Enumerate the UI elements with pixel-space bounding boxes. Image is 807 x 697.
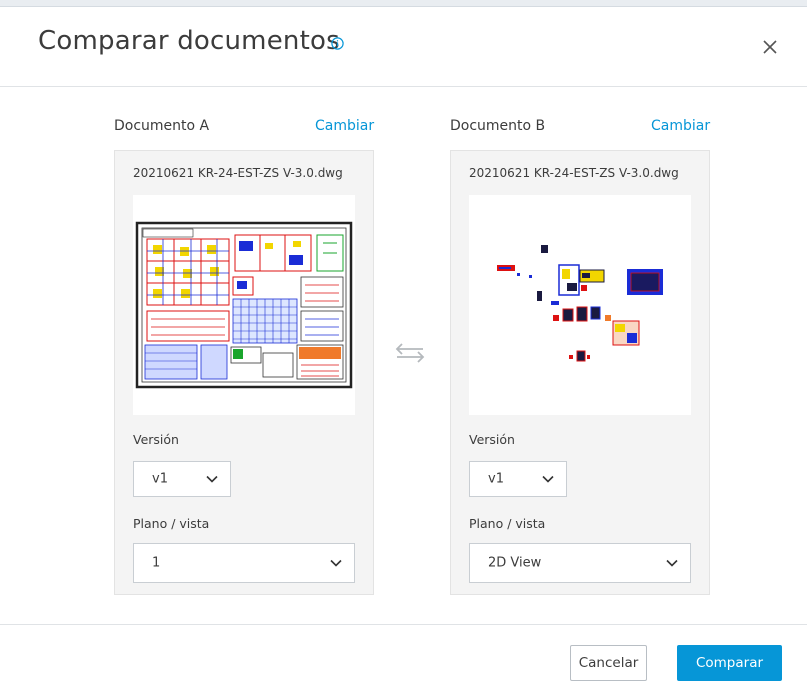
doc-a-file-name: 20210621 KR-24-EST-ZS V-3.0.dwg <box>133 166 343 180</box>
doc-b-thumbnail <box>469 195 691 415</box>
doc-b-sheet-label: Plano / vista <box>469 516 546 531</box>
doc-b-change-link[interactable]: Cambiar <box>651 118 710 134</box>
doc-a-sheet-select[interactable]: 1 <box>133 543 355 583</box>
doc-a-thumbnail <box>133 195 355 415</box>
chevron-down-icon <box>206 475 218 483</box>
info-circle-icon[interactable] <box>331 37 344 50</box>
chevron-down-icon <box>330 559 342 567</box>
swap-arrows-icon[interactable] <box>393 342 427 364</box>
doc-a-version-label: Versión <box>133 432 179 447</box>
doc-b-version-select[interactable]: v1 <box>469 461 567 497</box>
doc-a-drawing-preview <box>135 221 353 389</box>
close-icon[interactable] <box>760 37 780 57</box>
doc-a-sheet-label: Plano / vista <box>133 516 210 531</box>
doc-b-version-label: Versión <box>469 432 515 447</box>
doc-a-panel: 20210621 KR-24-EST-ZS V-3.0.dwg Versión … <box>114 150 374 595</box>
doc-b-sheet-value: 2D View <box>488 555 542 571</box>
doc-a-version-select[interactable]: v1 <box>133 461 231 497</box>
footer-divider <box>0 624 807 625</box>
doc-b-sheet-select[interactable]: 2D View <box>469 543 691 583</box>
doc-b-panel: 20210621 KR-24-EST-ZS V-3.0.dwg Versión … <box>450 150 710 595</box>
doc-b-drawing-preview <box>497 245 663 362</box>
doc-a-sheet-value: 1 <box>152 555 161 571</box>
window-top-edge <box>0 0 807 7</box>
compare-button[interactable]: Comparar <box>677 645 782 681</box>
chevron-down-icon <box>666 559 678 567</box>
doc-b-version-value: v1 <box>488 471 504 487</box>
doc-a-change-link[interactable]: Cambiar <box>315 118 374 134</box>
cancel-button[interactable]: Cancelar <box>570 645 647 681</box>
dialog-title: Comparar documentos <box>38 26 340 56</box>
doc-a-version-value: v1 <box>152 471 168 487</box>
doc-b-heading: Documento B <box>450 118 546 134</box>
doc-a-heading: Documento A <box>114 118 210 134</box>
doc-b-file-name: 20210621 KR-24-EST-ZS V-3.0.dwg <box>469 166 679 180</box>
header-divider <box>0 86 807 87</box>
chevron-down-icon <box>542 475 554 483</box>
